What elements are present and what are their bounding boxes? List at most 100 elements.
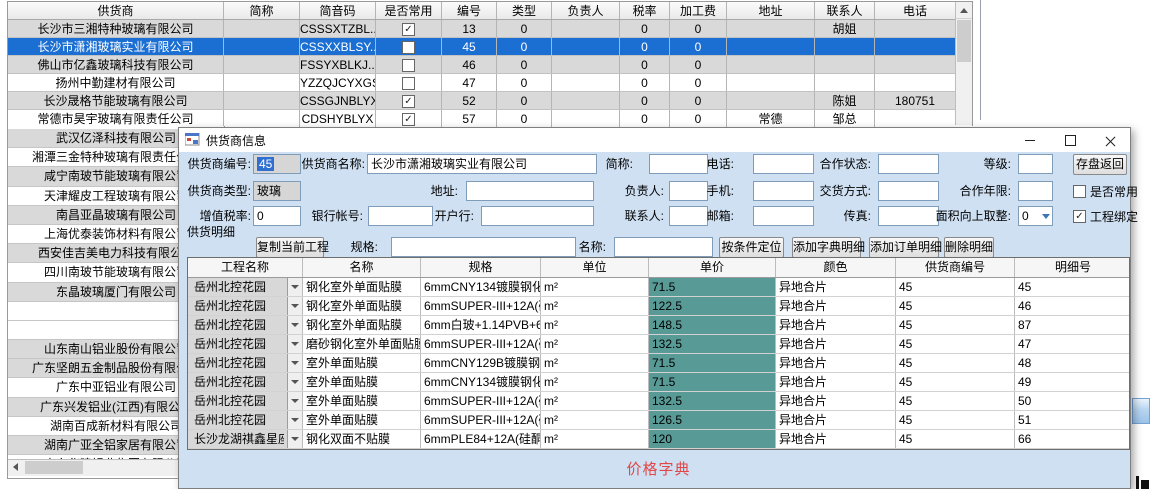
project-combobox[interactable]: 长沙龙湖祺鑫星座 [188,430,303,448]
cell-price[interactable]: 71.5 [649,354,776,372]
minimize-button[interactable] [1010,128,1050,152]
column-header[interactable]: 供货商编号 [896,258,1015,277]
cell-price[interactable]: 148.5 [649,316,776,334]
chevron-down-icon[interactable] [287,278,302,296]
detail-grid-row[interactable]: 岳州北控花园 钢化室外单面贴膜 6mmCNY134镀膜钢化 m² 71.5 异地… [188,278,1129,297]
column-header[interactable]: 名称 [303,258,421,277]
chevron-down-icon[interactable] [287,373,302,391]
scroll-left-icon[interactable] [8,460,24,475]
address-input[interactable] [466,181,594,201]
project-combobox[interactable]: 岳州北控花园 [188,297,303,315]
column-header[interactable]: 编号 [442,2,497,19]
add-dict-detail-button[interactable]: 添加字典明细 [792,237,861,258]
column-header[interactable]: 供货商 [8,2,224,19]
delete-detail-button[interactable]: 删除明细 [944,237,994,258]
detail-grid-row[interactable]: 岳州北控花园 钢化室外单面贴膜 6mm白玻+1.14PVB+6mm... m² … [188,316,1129,335]
vertical-scrollbar[interactable] [955,2,972,125]
cell-price[interactable]: 126.5 [649,411,776,429]
project-combobox[interactable]: 岳州北控花园 [188,392,303,410]
delivery-method-input[interactable] [878,181,939,201]
project-combobox[interactable]: 岳州北控花园 [188,354,303,372]
column-header[interactable]: 电话 [875,2,955,19]
checkbox[interactable] [402,59,415,72]
cell-price[interactable]: 132.5 [649,335,776,353]
project-combobox[interactable]: 岳州北控花园 [188,373,303,391]
scrollbar-thumb[interactable] [25,461,83,474]
table-row[interactable]: 佛山市亿鑫玻璃科技有限公司 FSSYXBLKJ... 46 0 0 0 [8,56,972,74]
bank-branch-input[interactable] [481,206,594,226]
add-order-detail-button[interactable]: 添加订单明细 [869,237,939,258]
cell-price[interactable]: 122.5 [649,297,776,315]
supplier-type-input[interactable]: 玻璃 [253,181,301,201]
cell-address [727,38,815,55]
dialog-titlebar[interactable]: 供货商信息 [179,128,1130,152]
spec-filter-input[interactable] [391,237,576,257]
project-combobox[interactable]: 岳州北控花园 [188,411,303,429]
cell-code: CSSSXTZBL... [300,20,376,37]
cell-price[interactable]: 132.5 [649,392,776,410]
project-combobox[interactable]: 岳州北控花园 [188,316,303,334]
column-header[interactable]: 单位 [541,258,649,277]
scrollbar-thumb[interactable] [957,20,971,62]
column-header[interactable]: 地址 [727,2,815,19]
locate-button[interactable]: 按条件定位 [719,237,784,258]
column-header[interactable]: 简称 [224,2,300,19]
checkbox[interactable]: ✓ [402,113,415,126]
supplier-id-input[interactable]: 45 [253,154,301,174]
grade-input[interactable] [1018,154,1053,174]
cell-price[interactable]: 120 [649,430,776,448]
cell-price[interactable]: 71.5 [649,278,776,296]
checkbox[interactable] [402,41,415,54]
coop-status-input[interactable] [878,154,939,174]
chevron-down-icon[interactable] [287,297,302,315]
copy-project-button[interactable]: 复制当前工程 [256,237,324,258]
project-combobox[interactable]: 岳州北控花园 [188,278,303,296]
table-row[interactable]: 长沙市三湘特种玻璃有限公司 CSSSXTZBL... ✓ 13 0 0 0 胡姐 [8,20,972,38]
checkbox[interactable]: ✓ [402,95,415,108]
name-filter-input[interactable] [614,237,713,257]
column-header[interactable]: 税率 [620,2,670,19]
detail-grid-row[interactable]: 岳州北控花园 室外单面贴膜 6mmSUPER-III+12A(硅... m² 1… [188,411,1129,430]
column-header[interactable]: 单价 [649,258,776,277]
detail-grid-row[interactable]: 岳州北控花园 室外单面贴膜 6mmCNY134镀膜钢化 m² 71.5 异地合片… [188,373,1129,392]
column-header[interactable]: 工程名称 [188,258,303,277]
column-header[interactable]: 规格 [421,258,541,277]
chevron-down-icon[interactable] [287,335,302,353]
column-header[interactable]: 加工费 [670,2,727,19]
save-button[interactable]: 存盘返回 [1073,154,1127,175]
supplier-name-input[interactable]: 长沙市潇湘玻璃实业有限公司 [367,154,597,174]
chevron-down-icon[interactable] [287,430,302,448]
column-header[interactable]: 类型 [497,2,552,19]
table-row[interactable]: 长沙晟格节能玻璃有限公司 CSSGJNBLYXGS ✓ 52 0 0 0 陈姐 … [8,92,972,110]
detail-grid-row[interactable]: 岳州北控花园 室外单面贴膜 6mmSUPER-III+12A(硅... m² 1… [188,392,1129,411]
checkbox[interactable] [402,77,415,90]
detail-grid-row[interactable]: 长沙龙湖祺鑫星座 钢化双面不贴膜 6mmPLE84+12A(硅酮胶... m² … [188,430,1129,449]
chevron-down-icon[interactable] [287,316,302,334]
column-header[interactable]: 是否常用 [376,2,442,19]
project-combobox[interactable]: 岳州北控花园 [188,335,303,353]
coop-years-input[interactable] [1018,181,1053,201]
chevron-down-icon[interactable] [287,354,302,372]
cell-price[interactable]: 71.5 [649,373,776,391]
checkbox[interactable]: ✓ [402,23,415,36]
cell-supplier-id: 45 [896,354,1015,372]
table-row[interactable]: 扬州中勤建材有限公司 YZZQJCYXGS 47 0 0 0 [8,74,972,92]
column-header[interactable]: 联系人 [815,2,875,19]
column-header[interactable]: 负责人 [552,2,620,19]
chevron-down-icon[interactable] [287,392,302,410]
fax-label: 传真: [801,206,871,226]
detail-grid-row[interactable]: 岳州北控花园 钢化室外单面贴膜 6mmSUPER-III+12A(硅... m²… [188,297,1129,316]
column-header[interactable]: 明细号 [1015,258,1131,277]
table-row[interactable]: 长沙市潇湘玻璃实业有限公司 CSSXXBLSY... 45 0 0 0 [8,38,972,56]
chevron-down-icon[interactable] [287,411,302,429]
close-button[interactable] [1090,128,1130,152]
common-checkbox[interactable]: 是否常用 [1073,183,1138,199]
column-header[interactable]: 简音码 [300,2,376,19]
area-round-up-select[interactable]: 0 [1018,206,1053,226]
detail-grid-row[interactable]: 岳州北控花园 磨砂钢化室外单面贴膜 6mmSUPER-III+12A(硅... … [188,335,1129,354]
column-header[interactable]: 颜色 [776,258,896,277]
scroll-up-icon[interactable] [956,2,972,19]
maximize-button[interactable] [1050,128,1090,152]
project-bind-checkbox[interactable]: ✓ 工程绑定 [1073,208,1138,224]
detail-grid-row[interactable]: 岳州北控花园 室外单面贴膜 6mmCNY129B镀膜钢化 m² 71.5 异地合… [188,354,1129,373]
